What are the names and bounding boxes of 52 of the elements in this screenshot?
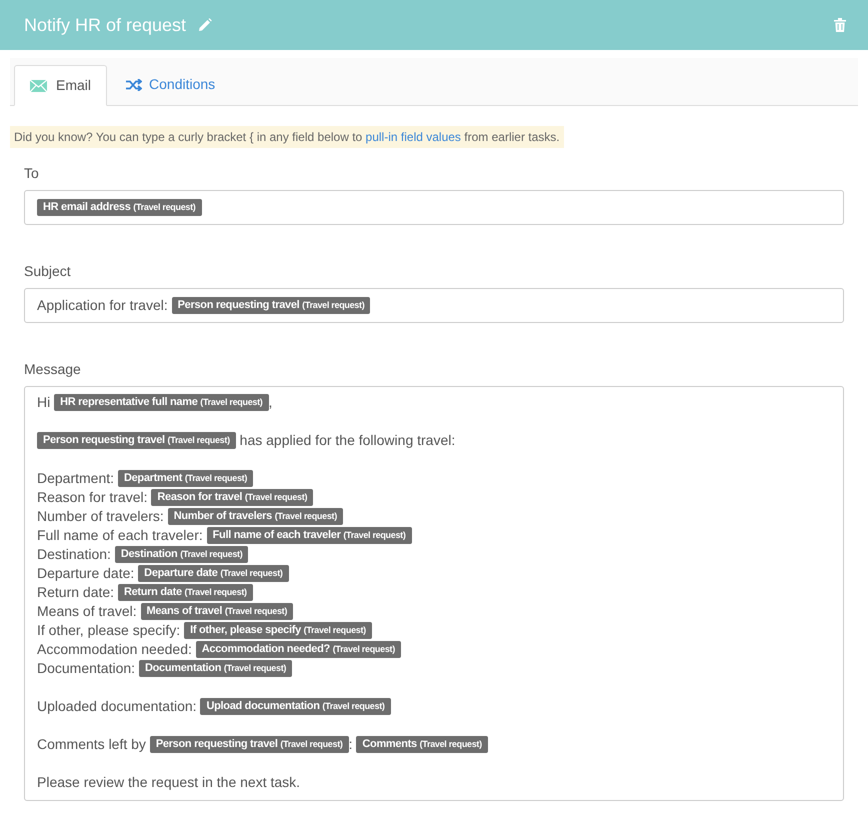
field-token[interactable]: Upload documentation (Travel request) bbox=[200, 698, 391, 715]
message-text: Application for travel: bbox=[37, 296, 169, 315]
message-text: Department: bbox=[37, 469, 116, 488]
field-token[interactable]: Return date (Travel request) bbox=[118, 584, 253, 601]
message-text: , bbox=[268, 393, 272, 412]
field-token[interactable]: Means of travel (Travel request) bbox=[140, 603, 294, 620]
message-text: Comments left by bbox=[37, 735, 147, 754]
trash-icon[interactable] bbox=[834, 18, 846, 32]
field-label: Subject bbox=[24, 262, 72, 281]
message-text: Destination: bbox=[37, 545, 112, 564]
field-token[interactable]: Person requesting travel (Travel request) bbox=[150, 736, 349, 753]
tip-text: Did you know? You can type a curly bracket { in any field below to pull-in field values from earlier tasks. bbox=[10, 126, 564, 148]
message-text: Uploaded documentation: bbox=[37, 697, 198, 716]
message-text: Means of travel: bbox=[37, 602, 138, 621]
field-token[interactable]: Department (Travel request) bbox=[118, 470, 254, 487]
field-token[interactable]: Accommodation needed? (Travel request) bbox=[196, 641, 401, 658]
message-text: Please review the request in the next task. bbox=[37, 773, 300, 792]
field-token[interactable]: Comments (Travel request) bbox=[356, 736, 488, 753]
field-token[interactable]: HR email address (Travel request) bbox=[37, 199, 202, 216]
message-text: Full name of each traveler: bbox=[37, 526, 204, 545]
envelope-icon bbox=[30, 80, 47, 92]
tab[interactable]: Email bbox=[14, 65, 108, 106]
field-token[interactable]: Documentation (Travel request) bbox=[138, 660, 292, 677]
field-values-link[interactable]: pull-in field values bbox=[366, 130, 461, 144]
message-text: : bbox=[348, 735, 354, 754]
message-text: has applied for the following travel: bbox=[238, 431, 456, 450]
field-token[interactable]: Destination (Travel request) bbox=[114, 546, 248, 563]
input-field[interactable]: Application for travel: Person requesting travel (Travel request) bbox=[24, 288, 844, 323]
message-text: Number of travelers: bbox=[37, 507, 165, 526]
page-title: Notify HR of request bbox=[24, 14, 186, 37]
tab[interactable]: Conditions bbox=[107, 64, 234, 105]
message-text: Reason for travel: bbox=[37, 488, 148, 507]
message-text: Return date: bbox=[37, 583, 116, 602]
field-token[interactable]: If other, please specify (Travel request) bbox=[184, 622, 372, 639]
shuffle-icon bbox=[126, 78, 142, 90]
field-token[interactable]: Person requesting travel (Travel request) bbox=[37, 432, 236, 449]
edit-icon[interactable] bbox=[198, 18, 212, 32]
field-token[interactable]: HR representative full name (Travel request) bbox=[54, 394, 269, 411]
field-token[interactable]: Person requesting travel (Travel request) bbox=[172, 297, 370, 314]
field-token[interactable]: Full name of each traveler (Travel request) bbox=[206, 527, 412, 544]
field-label: Message bbox=[24, 360, 82, 379]
message-text: Accommodation needed: bbox=[37, 640, 193, 659]
message-text: If other, please specify: bbox=[37, 621, 182, 640]
message-text: Documentation: bbox=[37, 659, 136, 678]
input-field[interactable]: HR email address (Travel request) bbox=[24, 190, 844, 225]
field-token[interactable]: Departure date (Travel request) bbox=[138, 565, 289, 582]
message-field[interactable] bbox=[24, 386, 844, 801]
field-token[interactable]: Reason for travel (Travel request) bbox=[151, 489, 314, 506]
field-label: To bbox=[24, 164, 40, 183]
field-token[interactable]: Number of travelers (Travel request) bbox=[168, 508, 343, 525]
message-text: Hi bbox=[37, 393, 52, 412]
message-text: Departure date: bbox=[37, 564, 136, 583]
